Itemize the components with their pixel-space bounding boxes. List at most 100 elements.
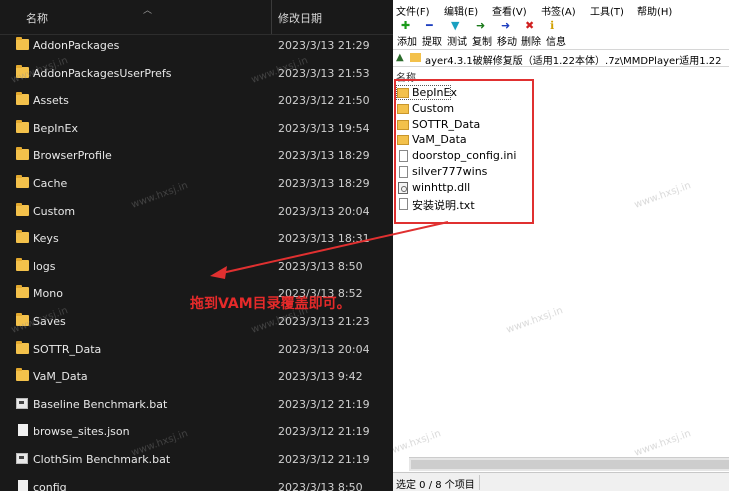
folder-icon [16,368,29,382]
explorer-row-date: 2023/3/13 20:04 [278,342,370,356]
toolbar-button-label: 复制 [472,37,492,48]
toolbar-button-label: 测试 [447,37,467,48]
explorer-row[interactable]: Cache 2023/3/13 18:29 [0,174,393,194]
explorer-row-date: 2023/3/13 20:04 [278,204,370,218]
explorer-row-date: 2023/3/13 8:50 [278,259,363,273]
batch-file-icon [16,453,28,464]
explorer-row-date: 2023/3/13 18:31 [278,232,370,246]
move-arrow-icon: ➜ [501,19,511,32]
explorer-row-date: 2023/3/13 18:29 [278,149,370,163]
file-explorer-pane: 名称 ︿ 修改日期 AddonPackages 2023/3/13 21:29 Ad… [0,0,393,491]
explorer-row-name: browse_sites.json [33,425,130,439]
explorer-row-name: Mono [33,287,63,301]
sort-up-icon: ︿ [143,6,153,16]
explorer-row[interactable]: ClothSim Benchmark.bat 2023/3/12 21:19 [0,450,393,470]
toolbar-button-label: 信息 [546,37,566,48]
folder-icon [16,230,29,244]
folder-icon [16,285,29,299]
folder-icon [16,92,29,106]
file-icon [18,424,28,437]
status-divider [479,475,480,490]
archive-manager-window: 文件(F) 编辑(E) 查看(V) 书签(A) 工具(T) 帮助(H) ✚ 添加 ━… [393,0,729,491]
delete-icon: ✖ [525,19,535,32]
explorer-row-name: AddonPackages [33,39,120,52]
folder-icon [410,53,421,62]
explorer-row-name: VaM_Data [33,370,88,384]
folder-icon [16,340,29,354]
info-icon: ℹ [550,19,555,32]
explorer-row[interactable]: BepInEx 2023/3/13 19:54 [0,119,393,139]
explorer-row-date: 2023/3/12 21:19 [278,453,370,466]
status-text: 选定 0 / 8 个项目 [396,480,475,491]
explorer-row-name: Baseline Benchmark.bat [33,397,168,411]
menu-bar: 文件(F) 编辑(E) 查看(V) 书签(A) 工具(T) 帮助(H) [393,0,729,18]
explorer-row-date: 2023/3/13 21:29 [278,39,370,52]
folder-icon [16,37,29,50]
address-bar[interactable]: ▲ ayer4.3.1破解修复版（适用1.22本体）.7z\MMDPlayer适… [393,49,729,67]
explorer-row[interactable]: BrowserProfile 2023/3/13 18:29 [0,146,393,166]
explorer-row-name: BepInEx [33,121,78,135]
instruction-annotation: 拖到VAM目录覆盖即可。 [190,296,351,312]
column-header-name[interactable]: 名称 [26,10,48,26]
menu-help[interactable]: 帮助(H) [637,3,672,18]
test-icon: ▼ [451,19,460,32]
menu-bookmarks[interactable]: 书签(A) [541,3,576,18]
explorer-row[interactable]: VaM_Data 2023/3/13 9:42 [0,367,393,387]
explorer-row-date: 2023/3/12 21:50 [278,94,370,108]
explorer-row-name: Cache [33,177,68,190]
explorer-row-name: Assets [33,94,69,108]
explorer-column-header: 名称 ︿ 修改日期 [0,0,393,35]
watermark: www.hxsj.in [504,305,565,336]
explorer-row-name: config [33,480,67,491]
explorer-row[interactable]: SOTTR_Data 2023/3/13 20:04 [0,340,393,360]
status-bar: 选定 0 / 8 个项目 [393,472,729,491]
explorer-row-name: Custom [33,204,76,218]
explorer-row-name: Keys [33,232,59,246]
explorer-row-date: 2023/3/13 18:29 [278,177,370,190]
folder-icon [16,119,29,133]
folder-icon [16,147,29,161]
up-arrow-icon[interactable]: ▲ [396,52,404,63]
address-path[interactable]: ayer4.3.1破解修复版（适用1.22本体）.7z\MMDPlayer适用1… [425,52,722,67]
copy-arrow-icon: ➜ [476,19,486,32]
watermark: www.hxsj.in [393,428,443,459]
toolbar-button-label: 提取 [422,37,442,48]
minus-icon: ━ [426,19,433,32]
explorer-row[interactable]: Custom 2023/3/13 20:04 [0,202,393,222]
explorer-row[interactable]: browse_sites.json 2023/3/12 21:19 [0,422,393,442]
menu-view[interactable]: 查看(V) [492,3,527,18]
menu-file[interactable]: 文件(F) [396,3,430,18]
explorer-row[interactable]: logs 2023/3/13 8:50 [0,257,393,277]
file-icon [18,479,28,491]
explorer-row-date: 2023/3/13 9:42 [278,370,363,384]
highlight-box [394,79,534,224]
explorer-row-name: ClothSim Benchmark.bat [33,453,171,466]
menu-edit[interactable]: 编辑(E) [444,3,478,18]
menu-tools[interactable]: 工具(T) [590,3,624,18]
scrollbar-thumb[interactable] [411,460,729,469]
explorer-row-name: SOTTR_Data [33,342,102,356]
batch-file-icon [16,397,28,409]
explorer-row[interactable]: Baseline Benchmark.bat 2023/3/12 21:19 [0,395,393,415]
folder-icon [16,257,29,271]
toolbar-button-label: 移动 [497,37,517,48]
toolbar: ✚ 添加 ━ 提取 ▼ 测试 ➜ 复制 ➜ 移动 ✖ 删除 ℹ 信息 [393,18,729,48]
explorer-row-name: BrowserProfile [33,149,112,163]
explorer-row-date: 2023/3/12 21:19 [278,397,370,411]
explorer-row[interactable]: config 2023/3/13 8:50 [0,478,393,491]
explorer-row-date: 2023/3/13 8:50 [278,480,363,491]
explorer-row-date: 2023/3/12 21:19 [278,425,370,439]
folder-icon [16,175,29,188]
explorer-row-date: 2023/3/13 19:54 [278,121,370,135]
plus-icon: ✚ [401,19,411,32]
horizontal-scrollbar[interactable] [409,457,729,471]
column-divider[interactable] [271,0,272,34]
explorer-row[interactable]: Assets 2023/3/12 21:50 [0,91,393,111]
explorer-row-name: logs [33,259,56,273]
folder-icon [16,202,29,216]
explorer-row[interactable]: Keys 2023/3/13 18:31 [0,229,393,249]
column-header-date[interactable]: 修改日期 [278,10,322,26]
watermark: www.hxsj.in [632,428,693,459]
explorer-row[interactable]: AddonPackages 2023/3/13 21:29 [0,36,393,56]
toolbar-button-label: 添加 [397,37,417,48]
